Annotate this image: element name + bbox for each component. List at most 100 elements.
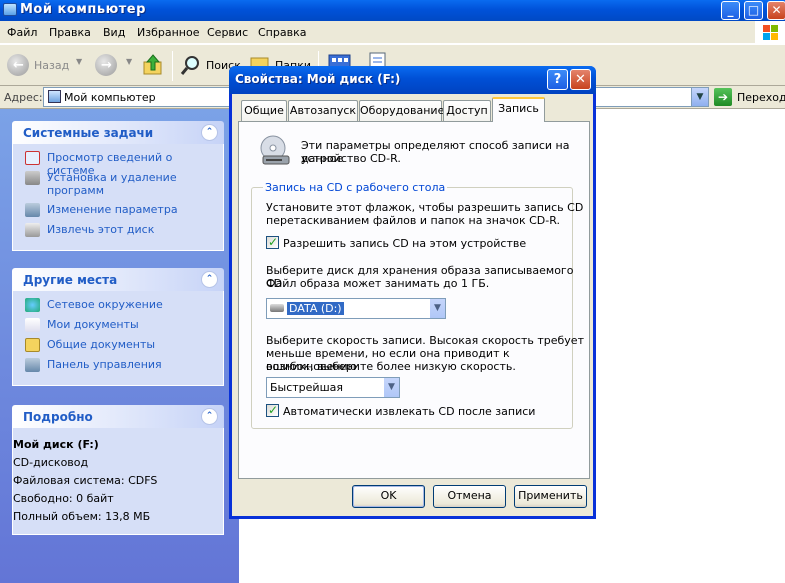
forward-button[interactable]: → [95,54,117,76]
place-label: Сетевое окружение [47,298,163,311]
intro-line-2: устройство CD-R. [301,152,401,165]
tab-general[interactable]: Общие [241,100,287,121]
task-label: Изменение параметра [47,203,178,216]
task-view-system-info[interactable]: Просмотр сведений о системе [13,151,223,177]
tab-sharing[interactable]: Доступ [443,100,491,121]
menu-tools[interactable]: Сервис [207,26,248,39]
explorer-title-bar: Мой компьютер _ □ ✕ [0,0,785,21]
task-add-remove-programs[interactable]: Установка и удаление программ [13,171,223,203]
eject-icon [25,223,40,237]
menu-edit[interactable]: Правка [49,26,91,39]
menu-file[interactable]: Файл [7,26,37,39]
search-icon[interactable] [180,54,202,76]
place-label: Панель управления [47,358,162,371]
cd-drive-icon [260,135,290,165]
details-free: Свободно: 0 байт [13,492,114,505]
enable-recording-checkbox[interactable]: ✓ [266,235,279,249]
back-label: Назад [34,59,70,72]
other-places-panel: Другие места ⌃ Сетевое окружение Мои док… [12,268,224,386]
details-title: Подробно [23,410,93,424]
image-drive-select[interactable]: DATA (D:) ▼ [266,298,446,319]
tab-hardware[interactable]: Оборудование [359,100,444,121]
other-places-header[interactable]: Другие места ⌃ [12,268,224,291]
menu-view[interactable]: Вид [103,26,125,39]
place-label: Мои документы [47,318,139,331]
network-icon [25,298,40,312]
minimize-button[interactable]: _ [721,1,740,20]
details-total: Полный объем: 13,8 МБ [13,510,151,523]
collapse-chevron-icon[interactable]: ⌃ [201,271,218,288]
write-speed-select[interactable]: Быстрейшая ▼ [266,377,400,398]
tab-autoplay[interactable]: Автозапуск [288,100,358,121]
other-places-title: Другие места [23,273,118,287]
dialog-close-button[interactable]: ✕ [570,69,591,90]
maximize-button[interactable]: □ [744,1,763,20]
details-filesystem: Файловая система: CDFS [13,474,158,487]
system-tasks-title: Системные задачи [23,126,154,140]
place-control-panel[interactable]: Панель управления [13,358,223,378]
back-dropdown-icon[interactable]: ▼ [76,57,82,66]
forward-dropdown-icon[interactable]: ▼ [126,57,132,66]
task-label: Извлечь этот диск [47,223,155,236]
system-info-icon [25,151,40,165]
dialog-title: Свойства: Мой диск (F:) [235,72,401,86]
help-button[interactable]: ? [547,69,568,90]
details-name: Мой диск (F:) [13,438,99,451]
up-folder-icon[interactable] [143,54,163,76]
menu-favorites[interactable]: Избранное [137,26,199,39]
go-label[interactable]: Переход [737,91,785,104]
add-remove-icon [25,171,40,185]
collapse-chevron-icon[interactable]: ⌃ [201,408,218,425]
back-arrow-icon: ← [13,58,24,73]
hard-drive-icon [270,304,284,312]
ok-button[interactable]: OK [352,485,425,508]
speed-text-line-1: Выберите скорость записи. Высокая скорос… [266,334,584,347]
menu-help[interactable]: Справка [258,26,306,39]
place-my-documents[interactable]: Мои документы [13,318,223,338]
auto-eject-checkbox[interactable]: ✓ [266,403,279,417]
properties-dialog: Свойства: Мой диск (F:) ? ✕ Общие Автоза… [229,66,596,519]
close-button[interactable]: ✕ [767,1,785,20]
speed-text-line-3: ошибок, выберите более низкую скорость. [266,360,516,373]
tab-recording[interactable]: Запись [492,97,545,122]
menu-bar: Файл Правка Вид Избранное Сервис Справка [0,21,785,44]
control-panel-icon [25,358,40,372]
windows-logo-icon [755,21,785,44]
apply-button[interactable]: Применить [514,485,587,508]
my-computer-small-icon [48,90,61,103]
task-change-setting[interactable]: Изменение параметра [13,203,223,223]
documents-icon [25,318,40,332]
place-label: Общие документы [47,338,156,351]
auto-eject-label[interactable]: Автоматически извлекать CD после записи [283,405,535,418]
control-panel-small-icon [25,203,40,217]
image-text-line-2: Файл образа может занимать до 1 ГБ. [266,277,490,290]
details-header[interactable]: Подробно ⌃ [12,405,224,428]
cancel-button[interactable]: Отмена [433,485,506,508]
task-label: Установка и удаление программ [47,171,177,197]
place-shared-documents[interactable]: Общие документы [13,338,223,358]
system-tasks-header[interactable]: Системные задачи ⌃ [12,121,224,144]
enable-recording-label[interactable]: Разрешить запись CD на этом устройстве [283,237,526,250]
collapse-chevron-icon[interactable]: ⌃ [201,124,218,141]
image-drive-value: DATA (D:) [287,302,344,315]
back-button[interactable]: ← [7,54,29,76]
task-eject-disk[interactable]: Извлечь этот диск [13,223,223,243]
chevron-down-icon[interactable]: ▼ [429,299,445,318]
go-arrow-icon[interactable]: ➔ [714,88,732,106]
forward-arrow-icon: → [101,58,112,73]
system-tasks-panel: Системные задачи ⌃ Просмотр сведений о с… [12,121,224,251]
task-pane: Системные задачи ⌃ Просмотр сведений о с… [0,109,239,583]
address-label: Адрес: [4,91,43,104]
address-dropdown-button[interactable]: ▼ [691,88,708,106]
recording-tab-page: Эти параметры определяют способ записи н… [238,121,590,479]
write-speed-value: Быстрейшая [270,381,344,394]
details-panel: Подробно ⌃ Мой диск (F:) CD-дисковод Фай… [12,405,224,535]
enable-text-line-2: перетаскиванием файлов и папок на значок… [266,214,560,227]
group-title: Запись на CD с рабочего стола [263,181,448,194]
dialog-title-bar: Свойства: Мой диск (F:) ? ✕ [229,66,596,94]
chevron-down-icon[interactable]: ▼ [383,378,399,397]
details-type: CD-дисковод [13,456,89,469]
my-computer-icon [3,3,17,16]
place-network[interactable]: Сетевое окружение [13,298,223,318]
enable-text-line-1: Установите этот флажок, чтобы разрешить … [266,201,584,214]
